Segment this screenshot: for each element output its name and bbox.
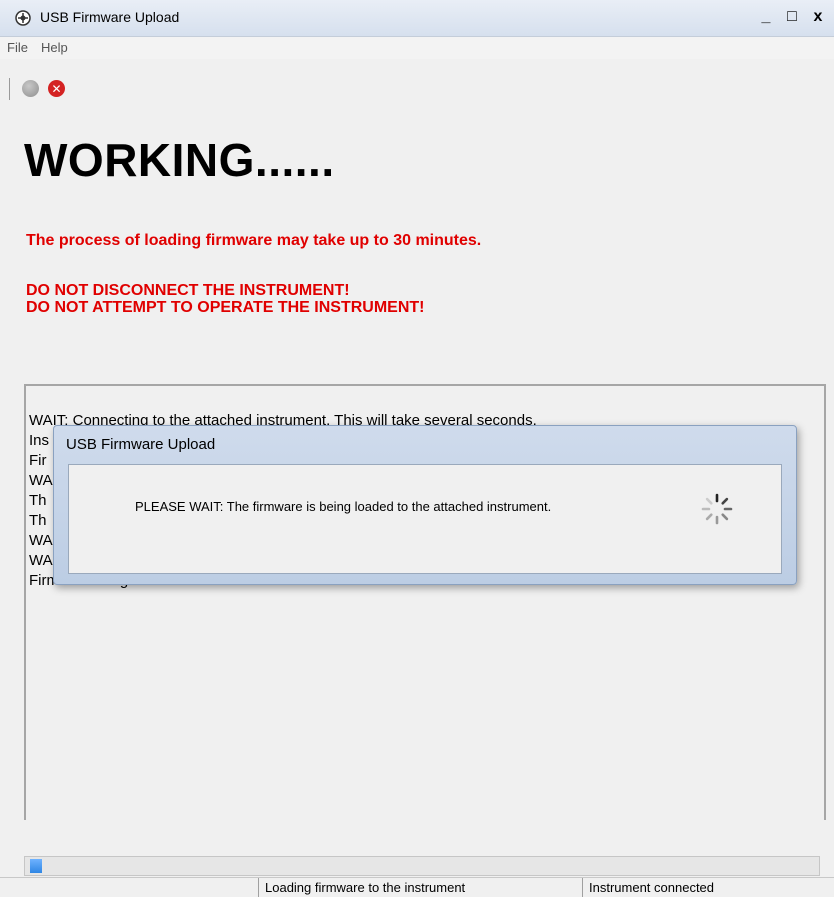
progress-bar-fill [30,859,42,873]
status-heading: WORKING...... [24,134,335,186]
log-line: Fir [29,452,47,469]
window-title: USB Firmware Upload [40,9,180,25]
app-icon [14,9,32,26]
log-line: Th [29,512,47,529]
title-bar: USB Firmware Upload _ □ x [0,0,834,37]
menu-bar: File Help [0,37,834,59]
minimize-button[interactable]: _ [754,6,778,28]
status-connection: Instrument connected [582,878,834,897]
menu-help[interactable]: Help [41,40,68,55]
close-button[interactable]: x [806,6,830,28]
progress-bar [24,856,820,876]
maximize-button[interactable]: □ [780,6,804,28]
warning-disconnect: DO NOT DISCONNECT THE INSTRUMENT! [26,282,350,299]
status-bar: Loading firmware to the instrument Instr… [0,877,834,897]
cancel-icon[interactable]: ✕ [48,80,65,97]
warning-operate: DO NOT ATTEMPT TO OPERATE THE INSTRUMENT… [26,299,425,316]
dialog-title: USB Firmware Upload [66,436,216,453]
toolbar-divider [9,78,10,100]
log-line: WA [29,552,53,569]
warning-duration: The process of loading firmware may take… [26,232,482,249]
log-line: WA [29,532,53,549]
log-line: WA [29,472,53,489]
window-controls: _ □ x [754,6,830,28]
status-cell-empty [0,878,258,897]
progress-dialog: USB Firmware Upload PLEASE WAIT: The fir… [53,425,797,585]
dialog-body: PLEASE WAIT: The firmware is being loade… [68,464,782,574]
log-line: Th [29,492,47,509]
dialog-message: PLEASE WAIT: The firmware is being loade… [135,499,552,514]
toolbar: ✕ [9,76,89,102]
status-loading: Loading firmware to the instrument [258,878,582,897]
menu-file[interactable]: File [7,40,28,55]
log-line: Ins [29,432,50,449]
spinner-icon [697,489,737,529]
record-icon[interactable] [22,80,39,97]
